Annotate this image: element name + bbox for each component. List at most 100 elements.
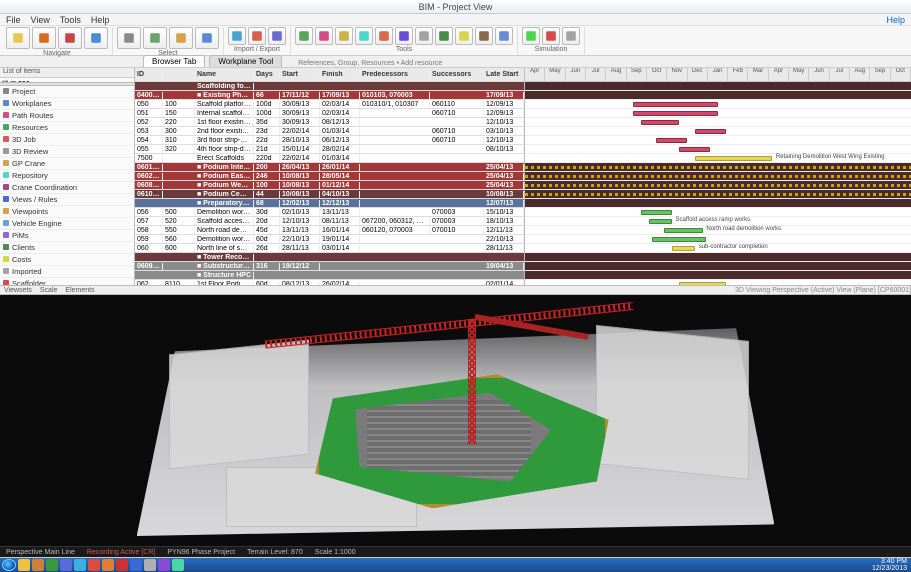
table-row[interactable]: 0522201st floor existing removal35d30/09… — [135, 118, 524, 127]
menu-file[interactable]: File — [6, 15, 21, 25]
table-row[interactable]: 0543103rd floor strip-demolition removal… — [135, 136, 524, 145]
taskbar-excel-icon[interactable] — [46, 559, 58, 571]
measure-button[interactable] — [295, 27, 313, 45]
table-row[interactable]: 059560Demolition works below ground60d22… — [135, 235, 524, 244]
gantt-bar[interactable] — [633, 111, 718, 116]
taskbar-outlook-icon[interactable] — [32, 559, 44, 571]
table-row[interactable]: ■ Preparatory Works and Demolition6812/0… — [135, 199, 524, 208]
gantt-bar[interactable] — [641, 210, 672, 215]
sidebar-section-imported[interactable]: Imported — [0, 266, 134, 278]
sidebar-section-resources[interactable]: Resources — [0, 122, 134, 134]
taskbar-clock[interactable]: 3:40 PM 12/23/2013 — [872, 558, 909, 572]
fly-button[interactable] — [84, 27, 108, 49]
table-row[interactable]: 0553204th floor strip-demolition removal… — [135, 145, 524, 154]
column-header[interactable]: Late Start — [484, 71, 524, 78]
gantt-chart[interactable]: AprMayJunJulAugSepOctNovDecJanFebMarAprM… — [525, 68, 911, 285]
table-row[interactable]: 7500Erect Scaffolds220d22/02/1401/03/14 — [135, 154, 524, 163]
view3d-tab[interactable]: Viewsets — [4, 287, 32, 294]
cost-button[interactable] — [355, 27, 373, 45]
report-button[interactable] — [415, 27, 433, 45]
table-row[interactable]: 0533002nd floor existing removal23d22/02… — [135, 127, 524, 136]
gantt-bar[interactable] — [641, 120, 680, 125]
column-header[interactable]: Days — [254, 71, 280, 78]
merge-button[interactable] — [475, 27, 493, 45]
sidebar-section-scaffolder[interactable]: Scaffolder — [0, 278, 134, 285]
taskbar-acrobat-icon[interactable] — [116, 559, 128, 571]
walk-button[interactable] — [58, 27, 82, 49]
gantt-bar[interactable] — [695, 129, 726, 134]
print-button[interactable] — [435, 27, 453, 45]
show-button[interactable] — [195, 27, 219, 49]
help-link[interactable]: Help — [886, 15, 905, 25]
table-row[interactable]: 051150Internal scaffold prep100d30/09/13… — [135, 109, 524, 118]
primary-tab[interactable]: Workplane Tool — [209, 55, 282, 67]
menu-tools[interactable]: Tools — [60, 15, 81, 25]
column-header[interactable]: Successors — [430, 71, 484, 78]
column-header[interactable]: ID — [135, 71, 163, 78]
sidebar-section-pims[interactable]: PiMs — [0, 230, 134, 242]
time-button[interactable] — [375, 27, 393, 45]
section-button[interactable] — [315, 27, 333, 45]
compare-button[interactable] — [455, 27, 473, 45]
sidebar-section-clients[interactable]: Clients — [0, 242, 134, 254]
import-button[interactable] — [228, 27, 246, 45]
record-button[interactable] — [542, 27, 560, 45]
navigate-button[interactable] — [6, 27, 30, 49]
sidebar-section-gp-crane[interactable]: GP Crane — [0, 158, 134, 170]
taskbar-app2-icon[interactable] — [172, 559, 184, 571]
start-button[interactable] — [2, 559, 16, 571]
gantt-bar[interactable] — [633, 102, 718, 107]
gantt-bar[interactable] — [695, 156, 772, 161]
table-row[interactable]: 06281101st Floor Podium substructure wal… — [135, 280, 524, 285]
menu-view[interactable]: View — [31, 15, 50, 25]
table-row[interactable]: ■ Structure HPC — [135, 271, 524, 280]
settings-button[interactable] — [495, 27, 513, 45]
link-button[interactable] — [268, 27, 286, 45]
gantt-bar[interactable] — [679, 147, 710, 152]
taskbar-teams-icon[interactable] — [60, 559, 72, 571]
sidebar-section-repository[interactable]: Repository — [0, 170, 134, 182]
menu-help[interactable]: Help — [91, 15, 110, 25]
view3d-viewport[interactable] — [0, 295, 911, 547]
column-header[interactable]: Start — [280, 71, 320, 78]
view3d-tab[interactable]: Elements — [65, 287, 94, 294]
sim-button[interactable] — [395, 27, 413, 45]
table-row[interactable]: 060900■ Substructure Works31619/12/1219/… — [135, 262, 524, 271]
table-row[interactable]: 040000■ Existing Phases A [Condensed Wee… — [135, 91, 524, 100]
taskbar-app1-icon[interactable] — [158, 559, 170, 571]
taskbar-word-icon[interactable] — [130, 559, 142, 571]
column-header[interactable]: Name — [195, 71, 254, 78]
gantt-bar[interactable] — [664, 228, 703, 233]
sidebar-section-project[interactable]: Project — [0, 86, 134, 98]
table-row[interactable]: 060800■ Podium West Wing Structural Work… — [135, 181, 524, 190]
table-row[interactable]: 058550North road demolition works45d13/1… — [135, 226, 524, 235]
table-row[interactable]: 056500Demolition works in the access are… — [135, 208, 524, 217]
orbit-button[interactable] — [32, 27, 56, 49]
sidebar-section--d-review[interactable]: 3D Review — [0, 146, 134, 158]
sidebar-section-views-rules[interactable]: Views / Rules — [0, 194, 134, 206]
sidebar-section-viewpoints[interactable]: Viewpoints — [0, 206, 134, 218]
gantt-bar[interactable] — [672, 246, 695, 251]
config-button[interactable] — [562, 27, 580, 45]
taskbar-notepad-icon[interactable] — [144, 559, 156, 571]
table-row[interactable]: 061000■ Podium Central Zone Structural W… — [135, 190, 524, 199]
table-row[interactable]: 057520Scaffold access ramp works20d12/10… — [135, 217, 524, 226]
column-header[interactable]: Finish — [320, 71, 360, 78]
sidebar-section-workplanes[interactable]: Workplanes — [0, 98, 134, 110]
table-row[interactable]: 050100Scaffold platform preparation100d3… — [135, 100, 524, 109]
hide-button[interactable] — [169, 27, 193, 49]
table-row[interactable]: 060200■ Podium East Wing Structural Work… — [135, 172, 524, 181]
view3d-tab[interactable]: Scale — [40, 287, 58, 294]
table-row[interactable]: 060600North line of sub-contractor works… — [135, 244, 524, 253]
gantt-bar[interactable] — [656, 138, 687, 143]
sidebar-section--d-job[interactable]: 3D Job — [0, 134, 134, 146]
gantt-bar[interactable] — [679, 282, 725, 285]
select-button[interactable] — [117, 27, 141, 49]
region-button[interactable] — [143, 27, 167, 49]
taskbar-chrome-icon[interactable] — [88, 559, 100, 571]
play-button[interactable] — [522, 27, 540, 45]
table-row[interactable]: 060100■ Podium Internal Strip-Out Works2… — [135, 163, 524, 172]
column-header[interactable]: Predecessors — [360, 71, 430, 78]
sidebar-section-path-routes[interactable]: Path Routes — [0, 110, 134, 122]
gantt-bar[interactable] — [652, 237, 706, 242]
